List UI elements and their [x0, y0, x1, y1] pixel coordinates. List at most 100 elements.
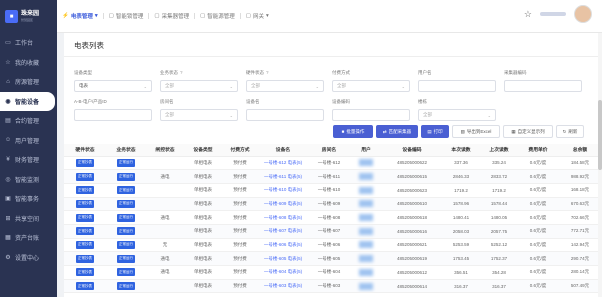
module-tab[interactable]: ⚡ 电表管理 ▾ — [57, 0, 103, 33]
table-row[interactable]: 正常抄表 正常运行 单相电表 预付费 一号楼-603 电表(5) 一号楼-603 48520… — [64, 279, 602, 294]
device-name-link[interactable]: 一号楼-603 电表(5) — [264, 283, 302, 288]
filter-input[interactable] — [418, 80, 496, 92]
column-header[interactable]: 总余额 — [558, 144, 602, 157]
print-button[interactable]: ▤ 打印 — [421, 125, 449, 138]
column-header[interactable]: 上次读数 — [480, 144, 518, 157]
cell-value: 0.6元/度 — [529, 214, 547, 220]
tab-icon: ▢ — [200, 13, 206, 19]
cell-value: 335.24 — [492, 160, 506, 166]
table-row[interactable]: 正常抄表 正常运行 无 单相电表 预付费 一号楼-606 电表(5) 一号楼-606 4852… — [64, 238, 602, 253]
table-row[interactable]: 正常抄表 正常运行 单相电表 预付费 一号楼-609 电表(5) 一号楼-609 48520… — [64, 197, 602, 212]
sidebar-item[interactable]: ▣ 智能事务 — [0, 189, 57, 209]
table-cell: 预付费 — [222, 197, 258, 212]
filter-select[interactable]: 电表 ⌄ — [74, 80, 152, 92]
table-row[interactable]: 正常抄表 正常运行 单相电表 预付费 一号楼-610 电表(5) 一号楼-610 48520… — [64, 183, 602, 198]
logo: ■ 珠来园 智慧园区 — [0, 0, 57, 33]
device-name-link[interactable]: 一号楼-609 电表(5) — [264, 201, 302, 206]
table-cell: 无 — [146, 238, 184, 253]
device-name-link[interactable]: 一号楼-610 电表(5) — [264, 187, 302, 192]
filter-select[interactable]: 全部 ⌄ — [418, 109, 496, 121]
column-header[interactable]: 业务状态 — [106, 144, 146, 157]
sidebar-item[interactable]: ⊞ 共享空间 — [0, 209, 57, 229]
column-header[interactable]: 费用单价 — [518, 144, 558, 157]
cell-value: 485205000612 — [396, 269, 428, 275]
table-cell: 一号楼-604 电表(5) — [258, 265, 308, 280]
table-cell: 一号楼-612 — [308, 156, 350, 171]
filter-select[interactable]: 全部 ⌄ — [246, 80, 324, 92]
sidebar-item[interactable]: ⌂ 房源管理 — [0, 72, 57, 92]
batch-operation-button[interactable]: ■ 批量操作 — [333, 125, 373, 138]
column-header[interactable]: 用户 — [350, 144, 382, 157]
meter-table: 硬件状态 业务状态 闸控状态 设备类型 付费方式 设备名 房间名 用户 设备编码 本次读数 上次读数… — [64, 144, 602, 294]
table-row[interactable]: 正常抄表 正常运行 通电 单相电表 预付费 一号楼-608 电表(5) 一号楼-608 485… — [64, 210, 602, 225]
sidebar-item[interactable]: ¥ 财务管理 — [0, 150, 57, 170]
device-name-link[interactable]: 一号楼-604 电表(5) — [264, 269, 302, 274]
filter-label: 采集器编码 — [504, 70, 527, 76]
user-name-blurred[interactable] — [540, 12, 566, 16]
column-header[interactable]: 硬件状态 — [64, 144, 106, 157]
filter-input[interactable] — [74, 109, 152, 121]
table-cell: 1480.05 — [480, 210, 518, 225]
sidebar-item-label: 用户管理 — [15, 138, 40, 145]
column-header[interactable]: 设备编码 — [382, 144, 442, 157]
favorite-star-icon[interactable]: ☆ — [524, 9, 532, 20]
sidebar-item[interactable]: ▭ 工作台 — [0, 33, 57, 53]
user-name-blurred — [359, 214, 373, 222]
sidebar-item[interactable]: ▦ 资产台账 — [0, 228, 57, 248]
device-name-link[interactable]: 一号楼-607 电表(5) — [264, 228, 302, 233]
sidebar-item[interactable]: ☺ 用户管理 — [0, 131, 57, 151]
filter-input[interactable] — [504, 80, 582, 92]
sidebar-item[interactable]: ☆ 我的收藏 — [0, 53, 57, 73]
match-collector-button[interactable]: ⇄ 匹配采集器 — [376, 125, 418, 138]
device-name-link[interactable]: 一号楼-608 电表(5) — [264, 215, 302, 220]
table-cell: 0.6元/度 — [518, 265, 558, 280]
table-header-row: 硬件状态 业务状态 闸控状态 设备类型 付费方式 设备名 房间名 用户 设备编码 本次读数 上次读数… — [64, 144, 602, 157]
refresh-button[interactable]: ↻ 刷新 — [556, 125, 584, 138]
table-row[interactable]: 正常抄表 正常运行 单相电表 预付费 一号楼-607 电表(5) 一号楼-607 48520… — [64, 224, 602, 239]
export-excel-button[interactable]: ▧ 导出到Excel — [452, 125, 500, 138]
column-header[interactable]: 房间名 — [308, 144, 350, 157]
filter-select[interactable]: 全部 ⌄ — [332, 80, 410, 92]
user-avatar[interactable] — [574, 5, 592, 23]
table-cell: 通电 — [146, 265, 184, 280]
device-name-link[interactable]: 一号楼-612 电表(5) — [264, 160, 302, 165]
filter-input[interactable] — [246, 109, 324, 121]
device-name-link[interactable]: 一号楼-606 电表(5) — [264, 242, 302, 247]
module-tabs: ⚡ 电表管理 ▾ ▢ 智能锁管理 ▢ 采集器管理 ▢ 智能源管理 ▢ 网关 ▾ — [57, 0, 274, 33]
table-row[interactable]: 正常抄表 正常运行 通电 单相电表 预付费 一号楼-611 电表(5) 一号楼-611 485… — [64, 169, 602, 184]
table-cell: 2057.75 — [480, 224, 518, 239]
scrollbar-thumb[interactable] — [598, 100, 602, 170]
table-row[interactable]: 正常抄表 正常运行 单相电表 预付费 一号楼-612 电表(5) 一号楼-612 48520… — [64, 156, 602, 171]
table-cell — [146, 279, 184, 294]
module-tab[interactable]: ▢ 采集器管理 — [149, 0, 194, 33]
table-row[interactable]: 正常抄表 正常运行 通电 单相电表 预付费 一号楼-604 电表(5) 一号楼-604 485… — [64, 265, 602, 280]
filter-input[interactable] — [332, 109, 410, 121]
column-header[interactable]: 闸控状态 — [146, 144, 184, 157]
custom-columns-button[interactable]: ▦ 自定义显示列 — [503, 125, 553, 138]
filter-select[interactable]: 全部 ⌄ — [160, 80, 238, 92]
module-tab[interactable]: ▢ 网关 ▾ — [241, 0, 274, 33]
column-header[interactable]: 本次读数 — [442, 144, 480, 157]
filter-select[interactable]: 全部 ⌄ — [160, 109, 238, 121]
cell-value: 单相电表 — [194, 228, 212, 234]
column-header[interactable]: 设备类型 — [184, 144, 222, 157]
cell-value: 单相电表 — [194, 200, 212, 206]
sidebar-item[interactable]: ◎ 智能监测 — [0, 170, 57, 190]
page-title: 电表列表 — [74, 41, 104, 50]
table-cell — [350, 156, 382, 171]
module-tab[interactable]: ▢ 智能锁管理 — [104, 0, 149, 33]
chevron-down-icon: ⌄ — [229, 84, 233, 89]
table-row[interactable]: 正常抄表 正常运行 通电 单相电表 预付费 一号楼-605 电表(5) 一号楼-605 485… — [64, 251, 602, 266]
sidebar-icon: ▭ — [5, 40, 11, 47]
sidebar-item[interactable]: ◉ 智能设备 — [0, 91, 55, 111]
table-cell: 316.37 — [442, 279, 480, 294]
device-name-link[interactable]: 一号楼-611 电表(5) — [264, 174, 302, 179]
module-tab[interactable]: ▢ 智能源管理 — [195, 0, 240, 33]
status-badge: 正常抄表 — [76, 158, 94, 167]
device-name-link[interactable]: 一号楼-605 电表(5) — [264, 256, 302, 261]
column-header[interactable]: 付费方式 — [222, 144, 258, 157]
status-badge: 正常运行 — [117, 254, 135, 263]
column-header[interactable]: 设备名 — [258, 144, 308, 157]
sidebar-item[interactable]: ▤ 合约管理 — [0, 111, 57, 131]
sidebar-item[interactable]: ⚙ 设置中心 — [0, 248, 57, 268]
